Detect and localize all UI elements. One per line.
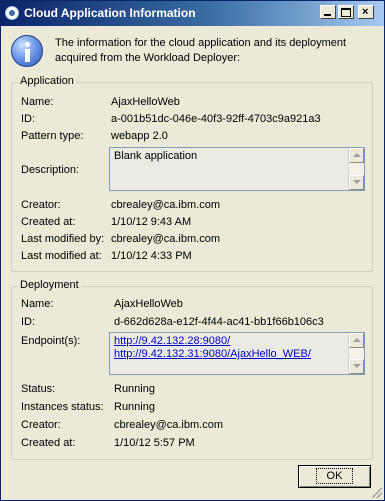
dep-name-value: AjaxHelloWeb: [114, 298, 183, 310]
modified-at-value: 1/10/12 4:33 PM: [111, 250, 192, 262]
app-created-value: 1/10/12 9:43 AM: [111, 216, 192, 228]
dep-creator-label: Creator:: [21, 419, 61, 431]
dep-id-value: d-662d628a-e12f-4f44-ac41-bb1f66b106c3: [114, 316, 324, 328]
app-creator-value: cbrealey@ca.ibm.com: [111, 199, 220, 211]
ok-button-label: OK: [315, 468, 354, 484]
app-globe-icon: [5, 6, 19, 20]
status-label: Status:: [21, 383, 56, 395]
scroll-down-icon[interactable]: [349, 359, 364, 374]
endpoints-list: http://9.42.132.28:9080/ http://9.42.132…: [114, 335, 311, 361]
description-text: Blank application: [114, 150, 198, 162]
ok-button[interactable]: OK: [298, 465, 371, 488]
dialog-window: Cloud Application Information × The info…: [0, 0, 385, 501]
app-name-value: AjaxHelloWeb: [111, 96, 180, 108]
instances-status-value: Running: [114, 401, 155, 413]
title-bar[interactable]: Cloud Application Information ×: [1, 1, 384, 26]
deployment-group: Deployment Name: AjaxHelloWeb ID: d-662d…: [11, 279, 373, 460]
description-textbox[interactable]: Blank application: [109, 147, 365, 191]
app-creator-label: Creator:: [21, 199, 61, 211]
dep-id-label: ID:: [21, 316, 36, 328]
endpoint-link[interactable]: http://9.42.132.31:9080/AjaxHello_WEB/: [114, 348, 311, 361]
endpoints-scrollbar[interactable]: [348, 333, 364, 374]
status-value: Running: [114, 383, 155, 395]
minimize-button[interactable]: [320, 5, 336, 19]
close-button[interactable]: ×: [358, 5, 374, 19]
dep-created-value: 1/10/12 5:57 PM: [114, 437, 195, 449]
instances-status-label: Instances status:: [21, 401, 104, 413]
dep-name-label: Name:: [21, 298, 54, 310]
modified-by-value: cbrealey@ca.ibm.com: [111, 233, 220, 245]
deployment-legend: Deployment: [18, 279, 81, 291]
intro-text: The information for the cloud applicatio…: [55, 37, 347, 64]
endpoints-label: Endpoint(s):: [21, 335, 81, 347]
endpoints-textbox[interactable]: http://9.42.132.28:9080/ http://9.42.132…: [109, 332, 365, 375]
info-icon: [11, 35, 43, 67]
pattern-type-label: Pattern type:: [21, 130, 84, 142]
app-id-label: ID:: [21, 113, 36, 125]
application-group: Application Name: AjaxHelloWeb ID: a-001…: [11, 75, 373, 272]
description-scrollbar[interactable]: [348, 148, 364, 190]
scroll-down-icon[interactable]: [349, 175, 364, 190]
pattern-type-value: webapp 2.0: [111, 130, 168, 142]
resize-grip-icon[interactable]: [372, 488, 382, 498]
scroll-up-icon[interactable]: [349, 333, 364, 348]
window-title: Cloud Application Information: [24, 6, 196, 20]
app-name-label: Name:: [21, 96, 54, 108]
endpoint-link[interactable]: http://9.42.132.28:9080/: [114, 335, 311, 348]
dep-creator-value: cbrealey@ca.ibm.com: [114, 419, 223, 431]
modified-at-label: Last modified at:: [21, 250, 102, 262]
maximize-button[interactable]: [338, 5, 354, 19]
scroll-up-icon[interactable]: [349, 148, 364, 163]
app-id-value: a-001b51dc-046e-40f3-92ff-4703c9a921a3: [111, 113, 321, 125]
dep-created-label: Created at:: [21, 437, 76, 449]
modified-by-label: Last modified by:: [21, 233, 105, 245]
app-created-label: Created at:: [21, 216, 76, 228]
close-icon: ×: [362, 6, 369, 18]
description-label: Description:: [21, 164, 80, 176]
application-legend: Application: [18, 75, 76, 87]
